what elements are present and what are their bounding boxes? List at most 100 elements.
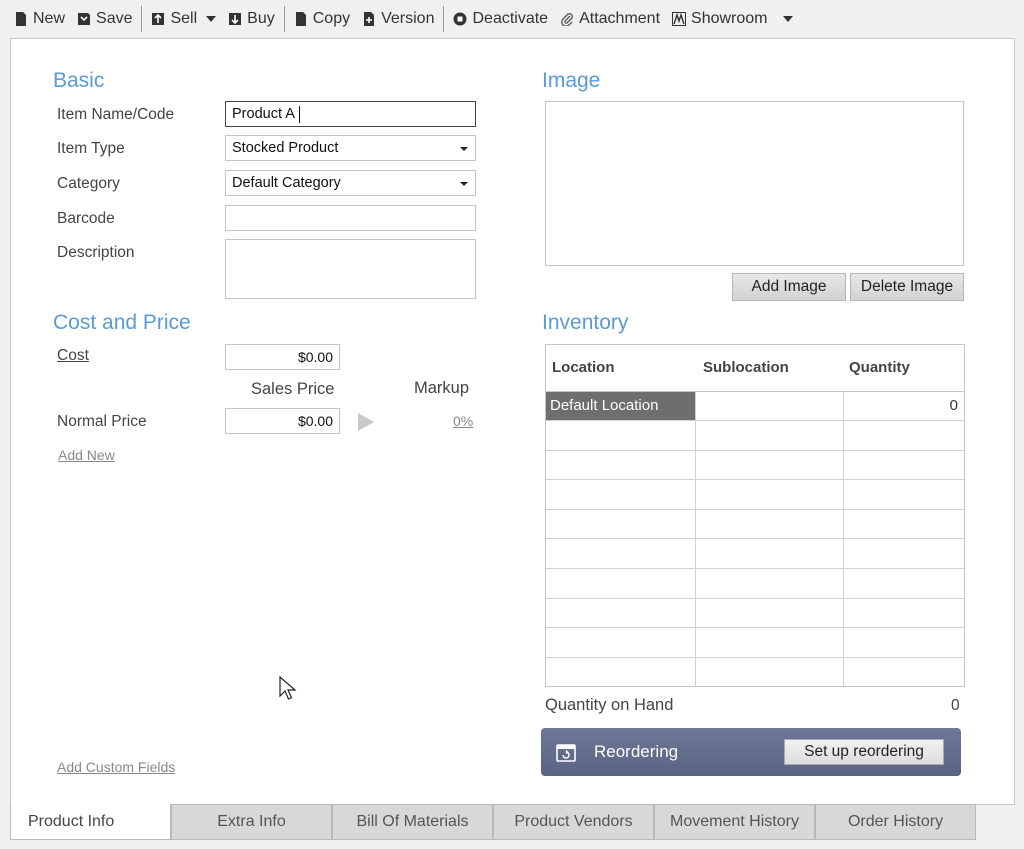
location-cell[interactable]: Default Location — [546, 390, 696, 422]
barcode-input[interactable] — [225, 205, 476, 231]
sublocation-cell[interactable] — [694, 538, 844, 570]
item-name-input[interactable]: Product A — [225, 101, 476, 127]
table-row[interactable] — [546, 627, 964, 658]
sell-button[interactable]: Sell — [145, 4, 222, 34]
sublocation-cell[interactable] — [694, 597, 844, 629]
quantity-on-hand-value: 0 — [951, 697, 960, 714]
tab-extra-info[interactable]: Extra Info — [171, 804, 332, 840]
table-row[interactable] — [546, 508, 964, 540]
tab-bill-of-materials[interactable]: Bill Of Materials — [332, 804, 493, 840]
category-select[interactable]: Default Category — [225, 170, 476, 196]
set-up-reordering-button[interactable]: Set up reordering — [784, 739, 944, 765]
location-cell[interactable] — [546, 568, 696, 599]
item-name-label: Item Name/Code — [57, 106, 175, 123]
reordering-bar: Reordering Set up reordering — [541, 728, 961, 776]
location-cell[interactable] — [546, 597, 696, 629]
new-button[interactable]: New — [8, 4, 71, 34]
text-caret — [298, 105, 300, 123]
column-header-sublocation[interactable]: Sublocation — [695, 345, 843, 392]
deactivate-button[interactable]: Deactivate — [447, 4, 554, 34]
normal-price-label: Normal Price — [57, 413, 147, 430]
table-row[interactable] — [546, 568, 964, 599]
sublocation-cell[interactable] — [694, 449, 844, 481]
basic-section-title: Basic — [53, 69, 105, 92]
tab-order-history[interactable]: Order History — [815, 804, 976, 840]
chevron-down-icon[interactable] — [782, 16, 793, 22]
document-icon — [16, 12, 26, 26]
sublocation-cell[interactable] — [694, 420, 844, 451]
add-image-button[interactable]: Add Image — [732, 273, 846, 301]
sell-label: Sell — [170, 10, 198, 27]
location-cell[interactable] — [546, 538, 696, 570]
quantity-cell[interactable] — [842, 420, 964, 451]
quantity-cell[interactable]: 0 — [842, 390, 964, 422]
save-icon — [78, 13, 91, 25]
sublocation-cell[interactable] — [694, 479, 844, 510]
quantity-on-hand-label: Quantity on Hand — [545, 696, 674, 714]
delete-image-button[interactable]: Delete Image — [850, 273, 964, 301]
column-header-quantity[interactable]: Quantity — [843, 345, 964, 392]
inventory-section-title: Inventory — [542, 311, 629, 334]
cost-link[interactable]: Cost — [57, 347, 89, 365]
play-arrow-icon[interactable] — [358, 413, 374, 431]
location-cell[interactable] — [546, 656, 696, 687]
version-icon — [364, 12, 375, 26]
quantity-cell[interactable] — [842, 479, 964, 510]
showroom-button[interactable]: Showroom — [666, 4, 798, 34]
item-type-select[interactable]: Stocked Product — [225, 135, 476, 161]
version-button[interactable]: Version — [356, 4, 440, 34]
table-row[interactable] — [546, 656, 964, 687]
toolbar-divider — [141, 6, 143, 32]
column-header-location[interactable]: Location — [546, 345, 695, 392]
table-row[interactable] — [546, 449, 964, 481]
cost-input[interactable]: $0.00 — [225, 344, 340, 370]
normal-price-input[interactable]: $0.00 — [225, 408, 340, 434]
quantity-cell[interactable] — [842, 568, 964, 599]
copy-button[interactable]: Copy — [288, 4, 356, 34]
add-new-price-link[interactable]: Add New — [58, 447, 115, 463]
reordering-label: Reordering — [594, 742, 679, 761]
add-custom-fields-link[interactable]: Add Custom Fields — [57, 759, 175, 775]
tab-movement-history[interactable]: Movement History — [654, 804, 815, 840]
sublocation-cell[interactable] — [694, 627, 844, 658]
quantity-cell[interactable] — [842, 597, 964, 629]
tab-product-info[interactable]: Product Info — [10, 804, 171, 840]
item-name-value: Product A — [232, 106, 295, 122]
description-textarea[interactable] — [225, 239, 476, 299]
chevron-down-icon[interactable] — [206, 16, 217, 22]
table-row[interactable] — [546, 597, 964, 629]
quantity-cell[interactable] — [842, 627, 964, 658]
table-row[interactable] — [546, 420, 964, 451]
location-cell[interactable] — [546, 449, 696, 481]
quantity-cell[interactable] — [842, 449, 964, 481]
quantity-cell[interactable] — [842, 656, 964, 687]
tab-product-vendors[interactable]: Product Vendors — [493, 804, 654, 840]
location-cell[interactable] — [546, 420, 696, 451]
save-label: Save — [96, 10, 133, 27]
quantity-cell[interactable] — [842, 508, 964, 540]
markup-link[interactable]: 0% — [453, 413, 473, 429]
stop-icon — [453, 12, 467, 26]
buy-button[interactable]: Buy — [222, 4, 281, 34]
table-row[interactable]: Default Location 0 — [546, 390, 964, 422]
quantity-cell[interactable] — [842, 538, 964, 570]
category-label: Category — [57, 175, 120, 192]
location-cell[interactable] — [546, 627, 696, 658]
copy-icon — [295, 12, 306, 26]
sublocation-cell[interactable] — [694, 568, 844, 599]
location-cell[interactable] — [546, 508, 696, 540]
image-preview[interactable] — [545, 101, 964, 266]
showroom-label: Showroom — [691, 10, 768, 27]
sublocation-cell[interactable] — [694, 508, 844, 540]
showroom-icon — [672, 12, 687, 26]
cost-price-section-title: Cost and Price — [53, 311, 191, 334]
buy-icon — [229, 13, 242, 25]
item-type-label: Item Type — [57, 140, 125, 157]
sublocation-cell[interactable] — [694, 390, 844, 422]
save-button[interactable]: Save — [71, 4, 138, 34]
table-row[interactable] — [546, 479, 964, 510]
sublocation-cell[interactable] — [694, 656, 844, 687]
table-row[interactable] — [546, 538, 964, 570]
attachment-button[interactable]: Attachment — [554, 4, 666, 34]
location-cell[interactable] — [546, 479, 696, 510]
